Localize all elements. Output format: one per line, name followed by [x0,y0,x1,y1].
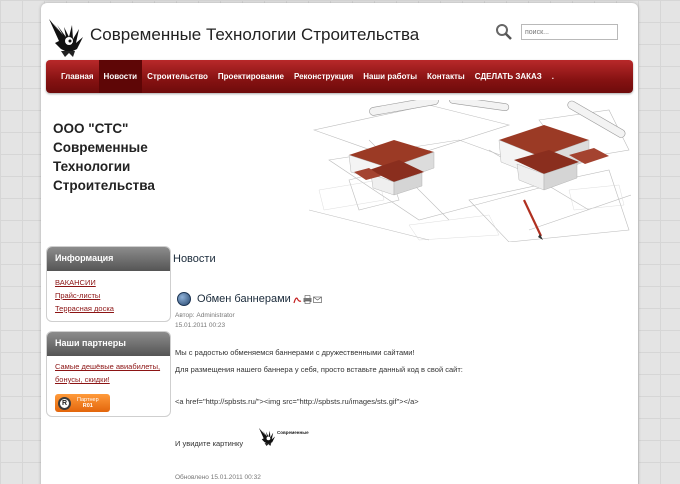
partner-r01-button[interactable]: R Партнер R01 [55,394,110,412]
article-tools [293,294,322,304]
search-icon[interactable] [495,23,513,41]
article-updated: Обновлено 15.01.2011 00:32 [175,474,261,481]
article-header: Обмен баннерами [177,292,322,306]
company-line: Строительства [53,178,155,193]
mini-logo-caption: Современные [277,430,309,435]
link-cheap-tickets-line2: бонусы, скидки! [55,375,110,384]
print-icon[interactable] [303,294,312,304]
link-cheap-tickets[interactable]: Самые дешёвые авиабилеты, бонусы, скидки… [55,360,162,386]
company-line: ООО "СТС" [53,121,129,136]
eagle-logo-icon[interactable] [45,13,87,59]
article-paragraph: Мы с радостью обменяемся баннерами с дру… [175,348,415,357]
main-content: Новости Обмен баннерами Автор: Administr… [173,253,628,481]
article-author: Автор: Administrator [175,312,235,319]
banner-code: <a href="http://spbsts.ru/"><img src="ht… [175,397,419,406]
article-paragraph: Для размещения нашего баннера у себя, пр… [175,365,463,374]
partner-line: R01 [82,403,93,409]
partners-box: Наши партнеры Самые дешёвые авиабилеты, … [46,331,171,417]
nav-item-our-works[interactable]: Наши работы [358,60,422,93]
partner-r01-label: Партнер R01 [77,397,99,409]
nav-item-home[interactable]: Главная [56,60,99,93]
search-input[interactable] [521,24,618,40]
nav-item-construction[interactable]: Строительство [142,60,213,93]
info-box-title: Информация [47,247,170,271]
nav-item-contacts[interactable]: Контакты [422,60,470,93]
see-picture-text: И увидите картинку [175,439,244,448]
main-nav: Главная Новости Строительство Проектиров… [46,60,633,93]
link-vacancies[interactable]: ВАКАНСИИ [55,276,162,289]
partners-box-title: Наши партнеры [47,332,170,356]
company-name: ООО "СТС" Современные Технологии Строите… [53,119,203,195]
nav-item-design[interactable]: Проектирование [213,60,289,93]
site-title: Современные Технологии Строительства [90,25,420,44]
pdf-icon[interactable] [293,295,302,304]
link-cheap-tickets-line1: Самые дешёвые авиабилеты, [55,362,161,371]
link-price-lists[interactable]: Прайс-листы [55,289,162,302]
nav-item-order[interactable]: СДЕЛАТЬ ЗАКАЗ [470,60,547,93]
company-line: Современные [53,140,148,155]
link-terrace-board[interactable]: Террасная доска [55,302,162,315]
company-line: Технологии [53,159,131,174]
nav-item-reconstruction[interactable]: Реконструкция [289,60,358,93]
article-globe-icon [177,292,191,306]
info-box: Информация ВАКАНСИИ Прайс-листы Террасна… [46,246,171,322]
section-title: Новости [173,253,216,265]
header-banner-image [309,100,631,242]
partner-r01-logo-icon: R [58,396,71,410]
article-title[interactable]: Обмен баннерами [197,293,291,305]
article-date: 15.01.2011 00:23 [175,322,226,329]
email-icon[interactable] [312,295,322,304]
page-container: Современные Технологии Строительства Гла… [41,3,638,484]
mini-eagle-logo-icon [258,427,276,446]
nav-item-extra[interactable]: . [547,60,559,93]
nav-item-news[interactable]: Новости [98,60,143,93]
